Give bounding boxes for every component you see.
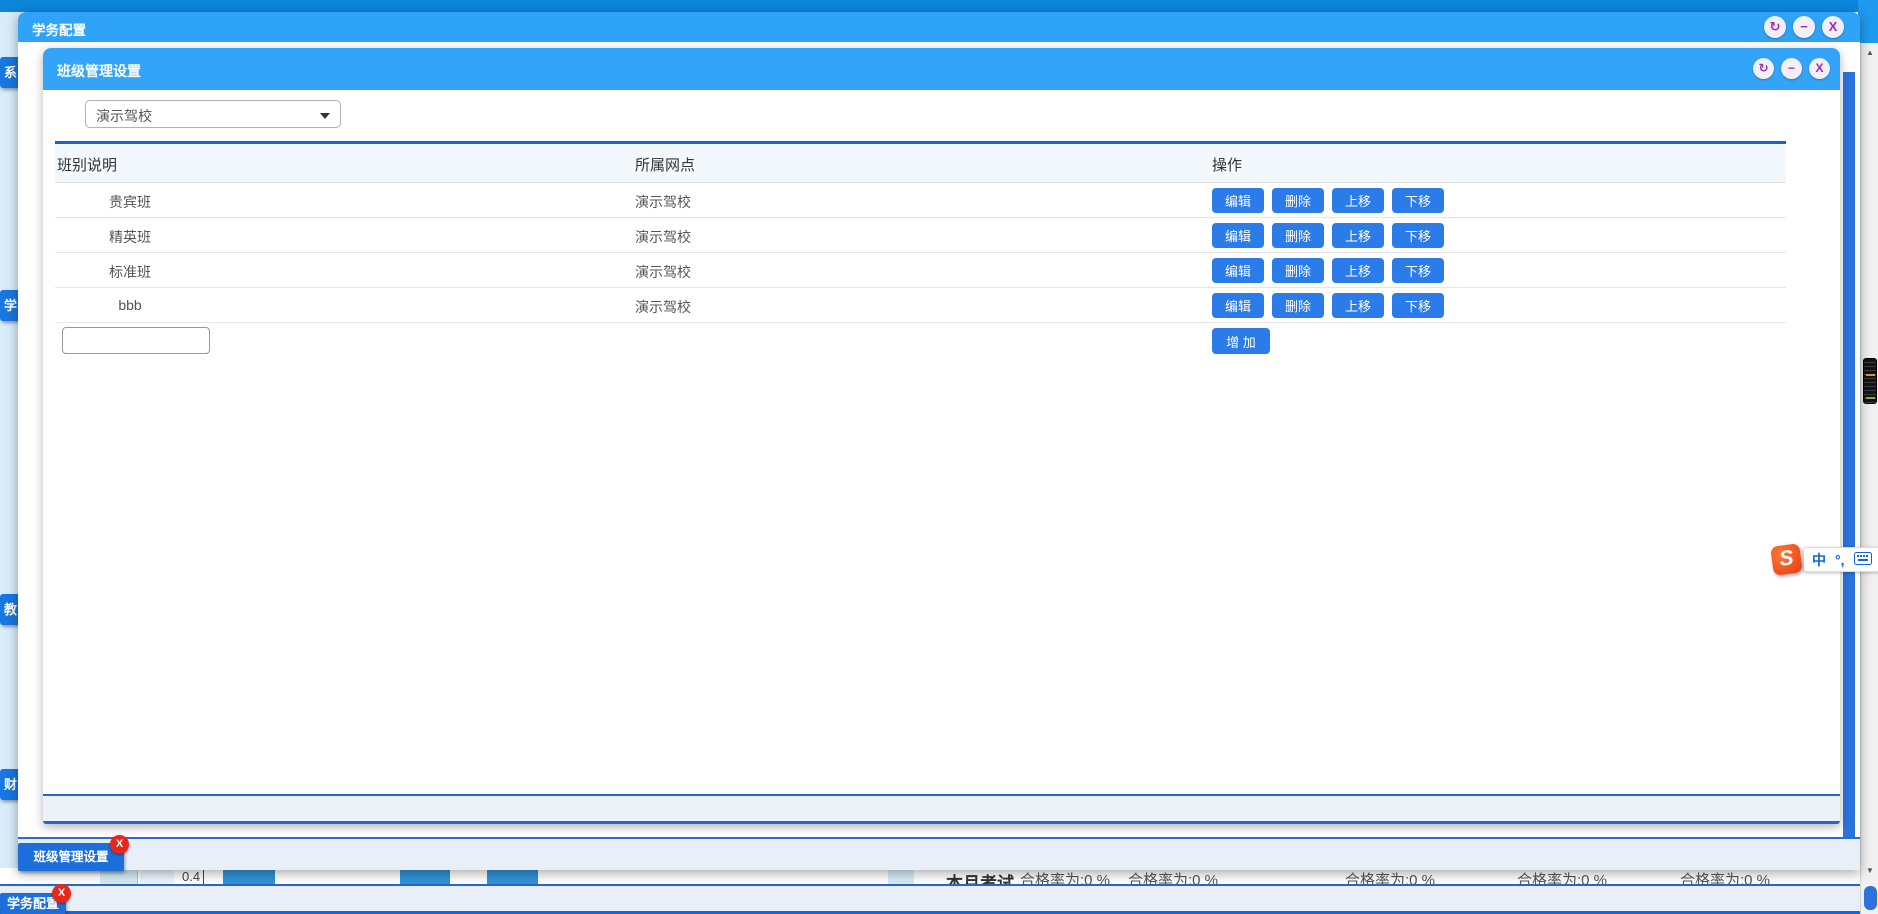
- branch-cell: 演示驾校: [635, 227, 691, 247]
- refresh-button[interactable]: ↻: [1764, 16, 1786, 38]
- chevron-down-icon: [320, 113, 330, 119]
- sogou-logo-icon[interactable]: S: [1770, 543, 1803, 576]
- class-name-cell: 精英班: [55, 227, 205, 247]
- close-tab-badge[interactable]: X: [52, 884, 71, 903]
- table-row: 标准班 演示驾校 编辑 删除 上移 下移: [55, 253, 1786, 288]
- taskbar-tab-class-settings[interactable]: 班级管理设置: [18, 843, 124, 871]
- scrollbar-thumb[interactable]: [1863, 358, 1877, 404]
- pass-rate-text: 合格率为:0 %: [1020, 869, 1110, 884]
- pass-rate-text: 合格率为:0 %: [1128, 869, 1218, 884]
- ime-mode-chinese[interactable]: 中: [1812, 550, 1826, 570]
- minimize-button[interactable]: −: [1793, 16, 1815, 38]
- ime-punctuation[interactable]: °,: [1835, 552, 1845, 568]
- page-header-strip: [0, 0, 1878, 12]
- edit-button[interactable]: 编辑: [1212, 188, 1264, 213]
- scroll-up-arrow[interactable]: ▲: [1861, 46, 1878, 60]
- outer-window-titlebar[interactable]: 学务配置 ↻ − X: [18, 12, 1860, 42]
- table-row: 贵宾班 演示驾校 编辑 删除 上移 下移: [55, 183, 1786, 218]
- keyboard-icon[interactable]: [1854, 552, 1872, 568]
- dashboard-cell: [888, 868, 914, 884]
- move-down-button[interactable]: 下移: [1392, 188, 1444, 213]
- outer-window-title: 学务配置: [32, 19, 86, 39]
- branch-cell: 演示驾校: [635, 262, 691, 282]
- window-xuewu-config: 学务配置 ↻ − X 班级管理设置 X 班级管理设置 ↻ − X 演示驾校: [18, 12, 1860, 870]
- delete-button[interactable]: 删除: [1272, 293, 1324, 318]
- add-class-row: 增 加: [55, 323, 1786, 359]
- close-tab-badge[interactable]: X: [110, 835, 129, 854]
- scrollbar-thumb-blue[interactable]: [1864, 886, 1877, 910]
- edit-button[interactable]: 编辑: [1212, 258, 1264, 283]
- col-header-branch: 所属网点: [635, 154, 695, 175]
- edit-button[interactable]: 编辑: [1212, 223, 1264, 248]
- ime-toolbar: S 中 °,: [1772, 545, 1878, 574]
- class-name-cell: bbb: [55, 297, 205, 313]
- delete-button[interactable]: 删除: [1272, 188, 1324, 213]
- page-header-corner: [1858, 0, 1878, 43]
- add-button[interactable]: 增 加: [1212, 328, 1270, 354]
- class-table: 班别说明 所属网点 操作 贵宾班 演示驾校 编辑 删除 上移 下移 精英班 演示…: [55, 141, 1786, 359]
- pass-rate-text: 合格率为:0 %: [1680, 869, 1770, 884]
- move-down-button[interactable]: 下移: [1392, 223, 1444, 248]
- chart-bar-fragment: [487, 868, 538, 884]
- dashboard-cell: [140, 868, 174, 884]
- move-down-button[interactable]: 下移: [1392, 293, 1444, 318]
- edit-button[interactable]: 编辑: [1212, 293, 1264, 318]
- minimize-button[interactable]: −: [1781, 58, 1802, 79]
- move-up-button[interactable]: 上移: [1332, 258, 1384, 283]
- refresh-button[interactable]: ↻: [1753, 58, 1774, 79]
- delete-button[interactable]: 删除: [1272, 258, 1324, 283]
- chart-bar-fragment: [400, 868, 450, 884]
- branch-cell: 演示驾校: [635, 192, 691, 212]
- move-up-button[interactable]: 上移: [1332, 293, 1384, 318]
- page-scrollbar[interactable]: ▲ ▼: [1860, 43, 1878, 914]
- branch-cell: 演示驾校: [635, 297, 691, 317]
- close-button[interactable]: X: [1809, 58, 1830, 79]
- class-name-cell: 标准班: [55, 262, 205, 282]
- pass-rate-text: 合格率为:0 %: [1345, 869, 1435, 884]
- background-dashboard-strip: 0.4 本月考试 合格率为:0 % 合格率为:0 % 合格率为:0 % 合格率为…: [0, 868, 1878, 884]
- inner-window-titlebar[interactable]: 班级管理设置 ↻ − X: [43, 48, 1840, 90]
- school-select[interactable]: 演示驾校: [85, 100, 341, 128]
- table-header-row: 班别说明 所属网点 操作: [55, 144, 1786, 183]
- move-down-button[interactable]: 下移: [1392, 258, 1444, 283]
- move-up-button[interactable]: 上移: [1332, 223, 1384, 248]
- chart-bar-fragment: [223, 868, 275, 884]
- table-row: 精英班 演示驾校 编辑 删除 上移 下移: [55, 218, 1786, 253]
- col-header-class-name: 班别说明: [57, 154, 117, 175]
- school-select-value: 演示驾校: [96, 106, 152, 126]
- window-class-settings: 班级管理设置 ↻ − X 演示驾校 班别说明 所属网点 操作 贵宾班 演示驾校: [43, 48, 1840, 824]
- new-class-input[interactable]: [62, 327, 210, 354]
- outer-window-scroll-strip[interactable]: [1843, 72, 1855, 866]
- outer-window-taskbar: 班级管理设置 X: [18, 837, 1860, 870]
- class-name-cell: 贵宾班: [55, 192, 205, 212]
- inner-window-title: 班级管理设置: [57, 61, 141, 81]
- axis-value: 0.4: [182, 869, 204, 884]
- col-header-actions: 操作: [1212, 154, 1242, 175]
- page-taskbar: [0, 884, 1878, 914]
- move-up-button[interactable]: 上移: [1332, 188, 1384, 213]
- scroll-down-arrow[interactable]: ▼: [1861, 864, 1878, 878]
- close-button[interactable]: X: [1822, 16, 1844, 38]
- table-row: bbb 演示驾校 编辑 删除 上移 下移: [55, 288, 1786, 323]
- pass-rate-text: 合格率为:0 %: [1517, 869, 1607, 884]
- exam-label: 本月考试: [946, 869, 1014, 884]
- inner-window-footer: [43, 794, 1840, 824]
- delete-button[interactable]: 删除: [1272, 223, 1324, 248]
